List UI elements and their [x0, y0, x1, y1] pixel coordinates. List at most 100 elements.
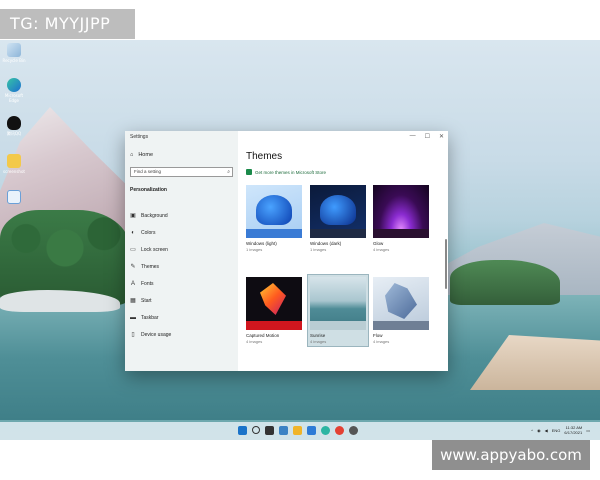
- theme-name: Captured Motion: [246, 333, 280, 338]
- minimize-button[interactable]: —: [410, 133, 416, 140]
- nav-item-label: Background: [141, 212, 168, 219]
- nav-item-themes[interactable]: ✎ Themes: [130, 258, 171, 275]
- page-title: Themes: [246, 151, 283, 162]
- widgets-icon[interactable]: [279, 426, 288, 435]
- nav-item-label: Start: [141, 297, 152, 304]
- device-icon: ▯: [131, 332, 135, 338]
- store-bag-icon: [246, 169, 252, 175]
- theme-thumbnail: [246, 277, 302, 330]
- brush-icon: ✎: [130, 264, 136, 270]
- nav-item-fonts[interactable]: A Fonts: [130, 275, 171, 292]
- lock-screen-icon: ▭: [130, 247, 136, 253]
- recycle-bin-icon: [7, 43, 21, 57]
- edge-icon[interactable]: [321, 426, 330, 435]
- chevron-up-icon[interactable]: ^: [531, 428, 533, 433]
- nav-item-label: Fonts: [141, 280, 154, 287]
- search-placeholder: Find a setting: [134, 169, 162, 174]
- app-icon: [7, 190, 21, 204]
- settings-window: Settings ⌂ Home Find a setting ⌕ Persona…: [125, 131, 448, 371]
- nav-item-label: Device usage: [141, 331, 172, 338]
- nav-home-label: Home: [138, 152, 153, 158]
- watermark-bottom: www.appyabo.com: [432, 440, 590, 470]
- clock-date: 6/17/2021: [564, 430, 583, 435]
- settings-sidebar: Settings ⌂ Home Find a setting ⌕ Persona…: [125, 131, 238, 371]
- flower-shape: [260, 283, 286, 315]
- file-explorer-icon[interactable]: [293, 426, 302, 435]
- home-icon: ⌂: [130, 152, 134, 158]
- theme-taskbar-bar: [310, 321, 366, 330]
- nav-item-label: Themes: [141, 263, 160, 270]
- bloom-shape: [320, 195, 356, 225]
- nav-item-lock-screen[interactable]: ▭ Lock screen: [130, 241, 171, 258]
- task-view-icon[interactable]: [265, 426, 274, 435]
- start-icon[interactable]: [238, 426, 247, 435]
- desktop-icon-edge[interactable]: Microsoft Edge: [2, 78, 26, 103]
- nav-home[interactable]: ⌂ Home: [130, 152, 153, 158]
- nav-item-device-usage[interactable]: ▯ Device usage: [130, 326, 171, 343]
- store-link-label: Get more themes in Microsoft Store: [255, 169, 327, 175]
- volume-icon[interactable]: ◀: [545, 428, 548, 433]
- close-button[interactable]: ✕: [439, 133, 444, 140]
- nav-item-label: Taskbar: [141, 314, 159, 321]
- taskbar-icon: ▬: [130, 314, 136, 321]
- network-icon[interactable]: ◉: [537, 428, 541, 433]
- theme-name: Windows (dark): [310, 241, 342, 246]
- nav-item-start[interactable]: ▦ Start: [130, 292, 171, 309]
- notification-icon[interactable]: ▭: [586, 428, 590, 433]
- settings-main: — ☐ ✕ Themes Get more themes in Microsof…: [238, 131, 448, 371]
- nav-item-taskbar[interactable]: ▬ Taskbar: [130, 309, 171, 326]
- theme-windows-light[interactable]: Windows (light) 1 images: [246, 185, 302, 252]
- desktop-icon-app[interactable]: [2, 190, 26, 205]
- theme-sunrise[interactable]: Sunrise 4 images: [307, 274, 369, 347]
- desktop-icon-label: Microsoft Edge: [4, 93, 24, 103]
- window-controls: — ☐ ✕: [410, 133, 444, 140]
- theme-taskbar-bar: [246, 229, 302, 238]
- palette-icon: ◐: [131, 229, 135, 236]
- theme-count: 4 images: [246, 339, 263, 344]
- search-icon[interactable]: [252, 426, 260, 434]
- taskbar-icons: [238, 426, 358, 435]
- theme-captured-motion[interactable]: Captured Motion 4 images: [246, 277, 302, 344]
- desktop-icon-label: screenshot: [3, 169, 25, 174]
- picture-icon: ▣: [130, 213, 136, 219]
- theme-count: 4 images: [373, 247, 390, 252]
- desktop-icon-label: Recycle Bin: [2, 58, 26, 63]
- start-icon: ▦: [130, 298, 136, 304]
- theme-thumbnail: [373, 277, 429, 330]
- clock[interactable]: 11:32 AM 6/17/2021: [564, 425, 582, 435]
- theme-name: Flow: [373, 333, 383, 338]
- theme-flow[interactable]: Flow 4 images: [373, 277, 429, 344]
- desktop-icon-recycle-bin[interactable]: Recycle Bin: [2, 43, 26, 63]
- language-indicator[interactable]: ENG: [552, 428, 561, 433]
- maximize-button[interactable]: ☐: [425, 133, 430, 140]
- personalization-nav: ▣ Background ◐ Colors ▭ Lock screen ✎ Themes…: [130, 207, 171, 343]
- store-link[interactable]: Get more themes in Microsoft Store: [246, 169, 326, 175]
- edge-icon: [7, 78, 21, 92]
- nav-item-colors[interactable]: ◐ Colors: [130, 224, 171, 241]
- nav-item-background[interactable]: ▣ Background: [130, 207, 171, 224]
- theme-windows-dark[interactable]: Windows (dark) 1 images: [310, 185, 366, 252]
- store-icon[interactable]: [307, 426, 316, 435]
- desktop-icon-qq[interactable]: 腾讯QQ: [2, 116, 26, 137]
- theme-glow[interactable]: Glow 4 images: [373, 185, 429, 252]
- nav-item-label: Lock screen: [141, 246, 168, 253]
- scrollbar[interactable]: [445, 239, 447, 289]
- theme-count: 4 images: [373, 339, 390, 344]
- theme-thumbnail: [246, 185, 302, 238]
- chrome-icon[interactable]: [335, 426, 344, 435]
- theme-taskbar-bar: [246, 321, 302, 330]
- theme-count: 4 images: [310, 339, 327, 344]
- qq-icon: [7, 116, 21, 130]
- desktop-icon-label: 腾讯QQ: [6, 131, 22, 136]
- theme-count: 1 images: [310, 247, 327, 252]
- settings-icon[interactable]: [349, 426, 358, 435]
- theme-name: Windows (light): [246, 241, 277, 246]
- nav-item-label: Colors: [141, 229, 156, 236]
- font-icon: A: [130, 280, 135, 287]
- desktop-icon-screenshot-folder[interactable]: screenshot: [2, 154, 26, 174]
- theme-name: Sunrise: [310, 333, 326, 338]
- system-tray: ^ ◉ ◀ ENG 11:32 AM 6/17/2021 ▭: [531, 425, 590, 435]
- find-setting-input[interactable]: Find a setting ⌕: [130, 167, 233, 177]
- theme-thumbnail: [373, 185, 429, 238]
- watermark-top: TG: MYYJJPP: [0, 9, 135, 39]
